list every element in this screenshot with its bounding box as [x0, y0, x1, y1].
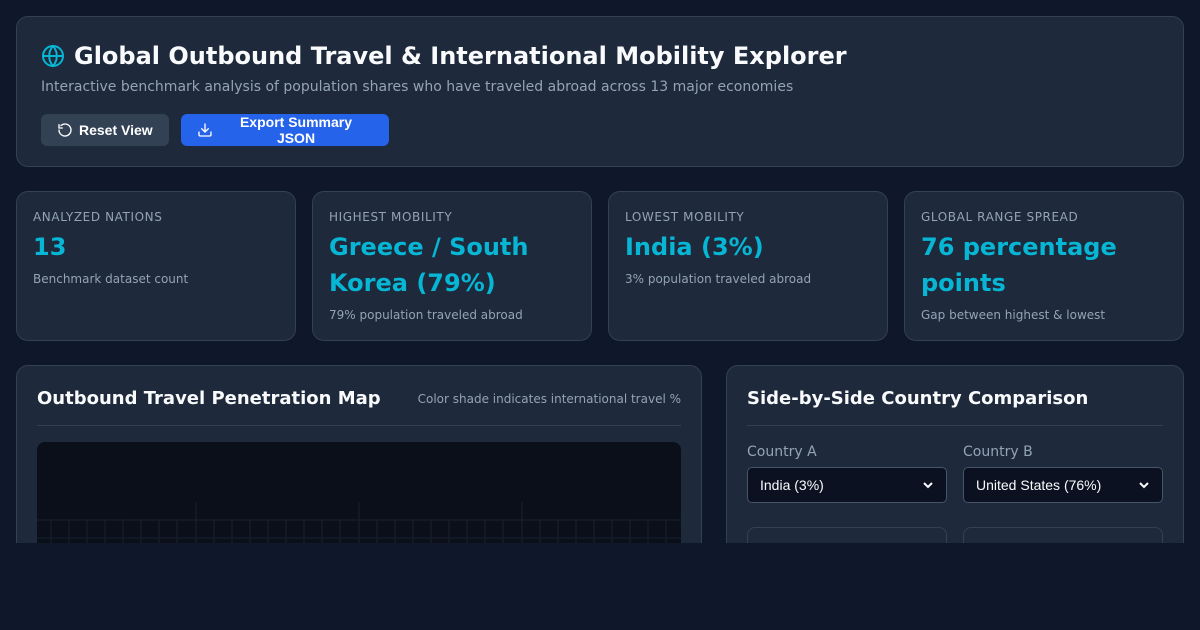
- reset-icon: [58, 123, 72, 137]
- viewport-cutoff: [0, 543, 1200, 630]
- title-row: Global Outbound Travel & International M…: [41, 41, 847, 71]
- stat-value: 13: [33, 233, 67, 261]
- stat-card-lowest-mobility: Lowest Mobility India (3%) 3% population…: [608, 191, 888, 341]
- panel-divider: [747, 425, 1163, 426]
- reset-view-label: Reset View: [79, 122, 153, 138]
- page-subtitle: Interactive benchmark analysis of popula…: [41, 79, 794, 95]
- stat-card-analyzed-nations: Analyzed Nations 13 Benchmark dataset co…: [16, 191, 296, 341]
- country-b-select[interactable]: United States (76%): [963, 467, 1163, 503]
- chevron-down-icon: [1139, 482, 1149, 489]
- page-title: Global Outbound Travel & International M…: [74, 42, 847, 70]
- stat-label: Global Range Spread: [921, 210, 1079, 224]
- map-panel-title: Outbound Travel Penetration Map: [37, 388, 381, 409]
- chevron-down-icon: [923, 482, 933, 489]
- export-json-label: Export Summary JSON: [239, 114, 353, 146]
- stat-value: India (3%): [625, 233, 764, 261]
- compare-panel: Side-by-Side Country Comparison Country …: [726, 365, 1184, 587]
- stat-card-range-spread: Global Range Spread 76 percentage points…: [904, 191, 1184, 341]
- download-icon: [198, 123, 212, 137]
- header-card: Global Outbound Travel & International M…: [16, 16, 1184, 167]
- map-panel: Outbound Travel Penetration Map Color sh…: [16, 365, 702, 582]
- globe-icon: [42, 44, 64, 68]
- country-a-select[interactable]: India (3%): [747, 467, 947, 503]
- stat-desc: 3% population traveled abroad: [625, 272, 812, 286]
- stat-desc: Benchmark dataset count: [33, 272, 189, 286]
- stat-desc: Gap between highest & lowest: [921, 308, 1106, 322]
- stat-label: Highest Mobility: [329, 210, 453, 224]
- stat-card-highest-mobility: Highest Mobility Greece / South Korea (7…: [312, 191, 592, 341]
- country-a-label: Country A: [747, 444, 817, 460]
- stat-value: Greece / South Korea (79%): [329, 233, 529, 297]
- compare-panel-title: Side-by-Side Country Comparison: [747, 388, 1089, 409]
- country-a-value: India (3%): [760, 477, 824, 493]
- country-b-label: Country B: [963, 444, 1033, 460]
- stat-label: Lowest Mobility: [625, 210, 745, 224]
- stat-desc: 79% population traveled abroad: [329, 308, 523, 322]
- panel-divider: [37, 425, 681, 426]
- country-b-value: United States (76%): [976, 477, 1102, 493]
- stat-label: Analyzed Nations: [33, 210, 163, 224]
- map-panel-note: Color shade indicates international trav…: [417, 392, 681, 406]
- stat-value: 76 percentage points: [921, 233, 1117, 297]
- reset-view-button[interactable]: Reset View: [41, 114, 169, 146]
- export-json-button[interactable]: Export Summary JSON: [181, 114, 389, 146]
